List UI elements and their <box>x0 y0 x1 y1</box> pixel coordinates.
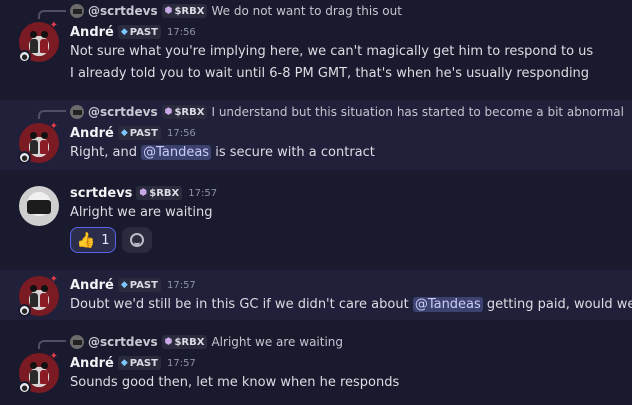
reply-tag: ⬢ $RBX <box>161 4 208 18</box>
message-text: Sounds good then, let me know when he re… <box>70 375 400 390</box>
user-tag: ◆ PAST <box>117 278 161 292</box>
reply-text[interactable]: I understand but this situation has star… <box>211 105 623 119</box>
reply-username[interactable]: @scrtdevs <box>88 335 158 349</box>
message-text: Not sure what you're implying here, we c… <box>70 44 594 59</box>
timestamp: 17:57 <box>166 357 196 369</box>
rbx-tag-icon: ⬢ <box>164 5 173 16</box>
reply-connector <box>38 340 66 349</box>
rbx-tag-icon: ⬢ <box>139 187 148 198</box>
user-tag: ◆ PAST <box>117 356 161 370</box>
user-tag: ◆ PAST <box>117 25 161 39</box>
smiley-icon <box>130 233 144 247</box>
reply-username[interactable]: @scrtdevs <box>88 105 158 119</box>
message-text: Right, and @Tandeas is secure with a con… <box>70 145 375 160</box>
message-andre-2: @scrtdevs ⬢ $RBX I understand but this si… <box>0 100 632 170</box>
username[interactable]: André <box>70 126 114 141</box>
reaction-count: 1 <box>101 232 110 248</box>
reply-preview[interactable]: @scrtdevs ⬢ $RBX We do not want to drag t… <box>70 2 402 20</box>
reply-username[interactable]: @scrtdevs <box>88 4 158 18</box>
reply-text[interactable]: Alright we are waiting <box>211 335 343 349</box>
username[interactable]: André <box>70 278 114 293</box>
user-mention[interactable]: @Tandeas <box>412 297 483 312</box>
clock-status-icon: ● <box>18 151 31 164</box>
timestamp: 17:56 <box>166 26 196 38</box>
message-scrtdevs: scrtdevs ⬢ $RBX 17:57 Alright we are wait… <box>0 176 632 262</box>
past-tag-icon: ◆ <box>120 127 128 138</box>
reply-tag: ⬢ $RBX <box>161 105 208 119</box>
clock-status-icon: ● <box>18 381 31 394</box>
decoration-icon: ✦ <box>49 20 58 31</box>
avatar[interactable]: ✦ ● <box>18 351 59 394</box>
reply-text[interactable]: We do not want to drag this out <box>211 4 401 18</box>
reply-connector <box>38 110 66 119</box>
message-andre-4: @scrtdevs ⬢ $RBX Alright we are waiting ✦… <box>0 330 632 400</box>
message-header: André ◆ PAST 17:57 <box>70 276 196 294</box>
reply-connector <box>38 10 66 19</box>
message-andre-1: @scrtdevs ⬢ $RBX We do not want to drag t… <box>0 0 632 92</box>
avatar[interactable]: ✦ ● <box>18 274 59 317</box>
thumbs-up-icon: 👍 <box>76 231 96 249</box>
user-tag: ⬢ $RBX <box>136 186 183 200</box>
message-header: scrtdevs ⬢ $RBX 17:57 <box>70 184 217 202</box>
reply-avatar <box>70 335 84 349</box>
timestamp: 17:56 <box>166 127 196 139</box>
user-mention[interactable]: @Tandeas <box>141 145 212 160</box>
message-andre-3: ✦ ● André ◆ PAST 17:57 Doubt we'd still b… <box>0 270 632 320</box>
reply-preview[interactable]: @scrtdevs ⬢ $RBX Alright we are waiting <box>70 333 343 351</box>
username[interactable]: André <box>70 25 114 40</box>
message-text: Doubt we'd still be in this GC if we did… <box>70 297 632 312</box>
decoration-icon: ✦ <box>49 351 58 362</box>
message-text: I already told you to wait until 6-8 PM … <box>70 66 590 81</box>
message-header: André ◆ PAST 17:56 <box>70 124 196 142</box>
reply-preview[interactable]: @scrtdevs ⬢ $RBX I understand but this si… <box>70 103 624 121</box>
message-header: André ◆ PAST 17:57 <box>70 354 196 372</box>
username[interactable]: André <box>70 356 114 371</box>
message-header: André ◆ PAST 17:56 <box>70 23 196 41</box>
reply-avatar <box>70 4 84 18</box>
clock-status-icon: ● <box>18 304 31 317</box>
past-tag-icon: ◆ <box>120 357 128 368</box>
decoration-icon: ✦ <box>49 274 58 285</box>
reply-avatar <box>70 105 84 119</box>
add-reaction-button[interactable] <box>122 227 152 253</box>
timestamp: 17:57 <box>166 279 196 291</box>
past-tag-icon: ◆ <box>120 26 128 37</box>
username[interactable]: scrtdevs <box>70 186 132 201</box>
reply-tag: ⬢ $RBX <box>161 335 208 349</box>
decoration-icon: ✦ <box>49 121 58 132</box>
message-text: Alright we are waiting <box>70 205 213 220</box>
rbx-tag-icon: ⬢ <box>164 106 173 117</box>
past-tag-icon: ◆ <box>120 279 128 290</box>
clock-status-icon: ● <box>18 50 31 63</box>
avatar[interactable]: ✦ ● <box>18 121 59 164</box>
avatar[interactable] <box>19 186 59 226</box>
reaction-thumbs-up[interactable]: 👍 1 <box>70 227 116 253</box>
rbx-tag-icon: ⬢ <box>164 336 173 347</box>
avatar[interactable]: ✦ ● <box>18 20 59 63</box>
user-tag: ◆ PAST <box>117 126 161 140</box>
timestamp: 17:57 <box>188 187 218 199</box>
